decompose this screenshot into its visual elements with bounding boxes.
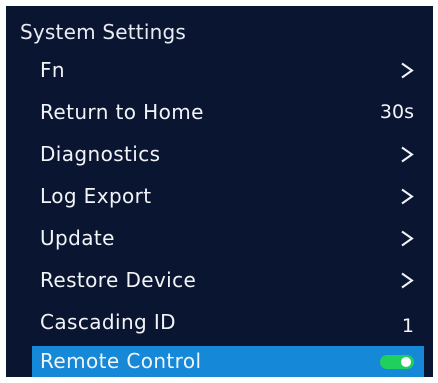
menu-item-value: 1 [401, 315, 414, 337]
menu-item-label: Restore Device [40, 268, 197, 292]
menu-item-label: Cascading ID [40, 310, 176, 334]
menu-item-cascading-id[interactable]: Cascading ID 1 [32, 304, 424, 340]
menu-item-log-export[interactable]: Log Export [32, 178, 424, 214]
menu-item-label: Remote Control [40, 349, 202, 373]
menu-item-update[interactable]: Update [32, 220, 424, 256]
chevron-right-icon [401, 230, 414, 247]
toggle-knob [401, 357, 411, 367]
menu-item-label: Return to Home [40, 100, 204, 124]
menu-item-remote-control[interactable]: Remote Control [32, 346, 424, 377]
menu-item-label: Fn [40, 58, 65, 82]
menu-item-label: Log Export [40, 184, 152, 208]
chevron-right-icon [401, 188, 414, 205]
menu-item-diagnostics[interactable]: Diagnostics [32, 136, 424, 172]
menu-item-restore-device[interactable]: Restore Device [32, 262, 424, 298]
chevron-right-icon [401, 62, 414, 79]
menu-item-label: Update [40, 226, 115, 250]
chevron-right-icon [401, 146, 414, 163]
system-settings-screen: System Settings Fn Return to Home 30s Di… [6, 6, 433, 377]
remote-control-toggle[interactable] [380, 355, 414, 369]
menu-item-fn[interactable]: Fn [32, 52, 424, 88]
chevron-right-icon [401, 272, 414, 289]
menu-item-label: Diagnostics [40, 142, 161, 166]
page-title: System Settings [20, 20, 186, 44]
menu-item-return-to-home[interactable]: Return to Home 30s [32, 94, 424, 130]
menu-item-value: 30s [379, 101, 414, 123]
